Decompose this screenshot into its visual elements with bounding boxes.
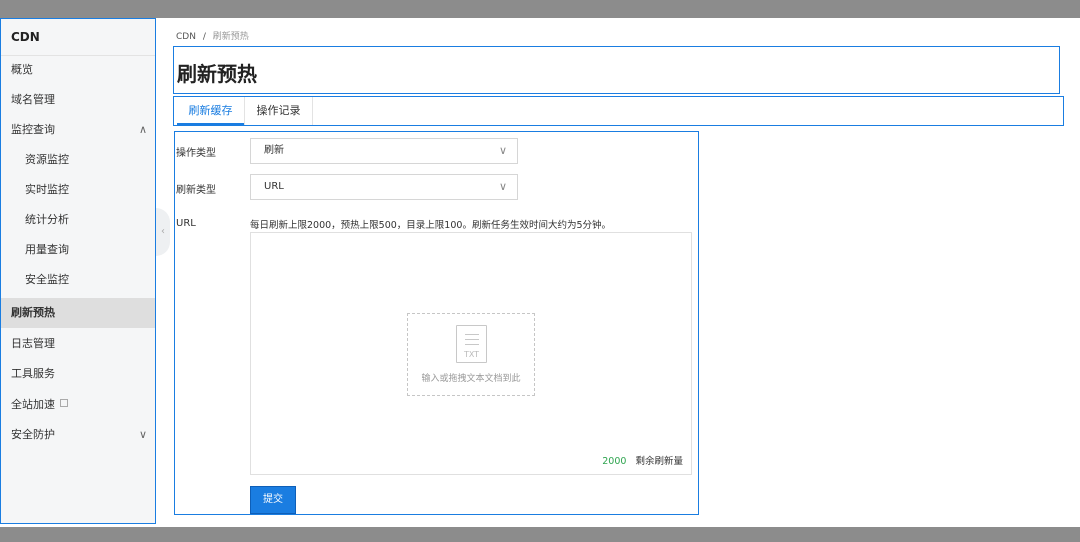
operation-type-label: 操作类型 [176,148,216,159]
refresh-type-label: 刷新类型 [176,185,216,196]
refresh-form: 操作类型 刷新 ∨ 刷新类型 URL ∨ URL 每日刷新上限2000，预热上限… [174,131,699,515]
sidebar-item-label: 工具服务 [11,367,55,380]
chevron-down-icon: ∨ [498,180,507,193]
sidebar-item-label: 监控查询 [11,123,55,136]
sidebar-item-label: 安全监控 [25,273,69,286]
operation-type-select[interactable]: 刷新 ∨ [250,138,518,164]
sidebar: CDN 概览 域名管理 监控查询 ∧ 资源监控 实时监控 统计分析 用量查询 安… [0,18,156,524]
breadcrumb-root[interactable]: CDN [176,32,196,42]
breadcrumb-separator: / [202,32,206,42]
sidebar-item-domain-management[interactable]: 域名管理 [1,85,155,115]
chevron-down-icon: ∨ [498,144,507,157]
page-title-container: 刷新预热 [173,46,1060,94]
txt-file-icon-text: TXT [463,350,480,359]
sidebar-item-label: 资源监控 [25,153,69,166]
page-title: 刷新预热 [177,62,257,86]
external-link-icon [60,399,68,407]
sidebar-item-label: 统计分析 [25,213,69,226]
breadcrumb: CDN / 刷新预热 [176,29,249,42]
remaining-label: 剩余刷新量 [635,456,683,467]
sidebar-item-realtime-monitoring[interactable]: 实时监控 [1,175,155,205]
bottom-bar [0,527,1080,542]
sidebar-item-label: 安全防护 [11,428,55,441]
tab-refresh-cache[interactable]: 刷新缓存 [177,97,244,125]
sidebar-item-statistics[interactable]: 统计分析 [1,205,155,235]
sidebar-item-label: 实时监控 [25,183,69,196]
file-dropzone[interactable]: TXT 输入或拖拽文本文档到此 [407,313,535,396]
sidebar-item-overview[interactable]: 概览 [1,55,155,85]
breadcrumb-current: 刷新预热 [212,32,249,42]
sidebar-item-label: 全站加速 [11,398,55,411]
sidebar-item-label: 用量查询 [25,243,69,256]
url-hint: 每日刷新上限2000，预热上限500，目录上限100。刷新任务生效时间大约为5分… [250,220,611,231]
dropzone-text: 输入或拖拽文本文档到此 [421,374,521,384]
sidebar-item-monitoring-query[interactable]: 监控查询 ∧ [1,115,155,145]
sidebar-item-refresh-preload[interactable]: 刷新预热 [1,298,155,328]
refresh-type-value: URL [264,181,284,192]
sidebar-item-dcdn[interactable]: 全站加速 [1,390,155,420]
submit-button[interactable]: 提交 [250,486,296,514]
txt-file-icon: TXT [456,325,487,363]
remaining-count: 2000 [602,456,627,467]
refresh-type-select[interactable]: URL ∨ [250,174,518,200]
sidebar-item-usage-query[interactable]: 用量查询 [1,235,155,265]
chevron-down-icon: ∨ [138,428,147,441]
sidebar-item-label: 域名管理 [11,93,55,106]
top-bar [0,0,1080,18]
sidebar-collapse-handle[interactable]: ‹ [156,208,170,256]
sidebar-item-label-wrap: 全站加速 [11,390,68,420]
sidebar-item-log-management[interactable]: 日志管理 [1,329,155,359]
sidebar-item-label: 日志管理 [11,337,55,350]
remaining-refresh-counter: 2000 剩余刷新量 [602,453,683,467]
sidebar-item-security-protection[interactable]: 安全防护 ∨ [1,420,155,450]
chevron-up-icon: ∧ [138,123,147,136]
sidebar-item-resource-monitoring[interactable]: 资源监控 [1,145,155,175]
sidebar-title: CDN [1,19,155,56]
sidebar-item-label: 刷新预热 [11,306,55,319]
tab-operation-records[interactable]: 操作记录 [244,97,313,125]
sidebar-item-tool-services[interactable]: 工具服务 [1,359,155,389]
operation-type-value: 刷新 [264,145,284,156]
sidebar-item-security-monitoring[interactable]: 安全监控 [1,265,155,295]
chevron-left-icon: ‹ [161,226,165,237]
url-textarea[interactable]: TXT 输入或拖拽文本文档到此 2000 剩余刷新量 [250,232,692,475]
url-label: URL [176,218,196,229]
sidebar-item-label: 概览 [11,63,33,76]
tab-bar: 刷新缓存 操作记录 [173,96,1064,126]
